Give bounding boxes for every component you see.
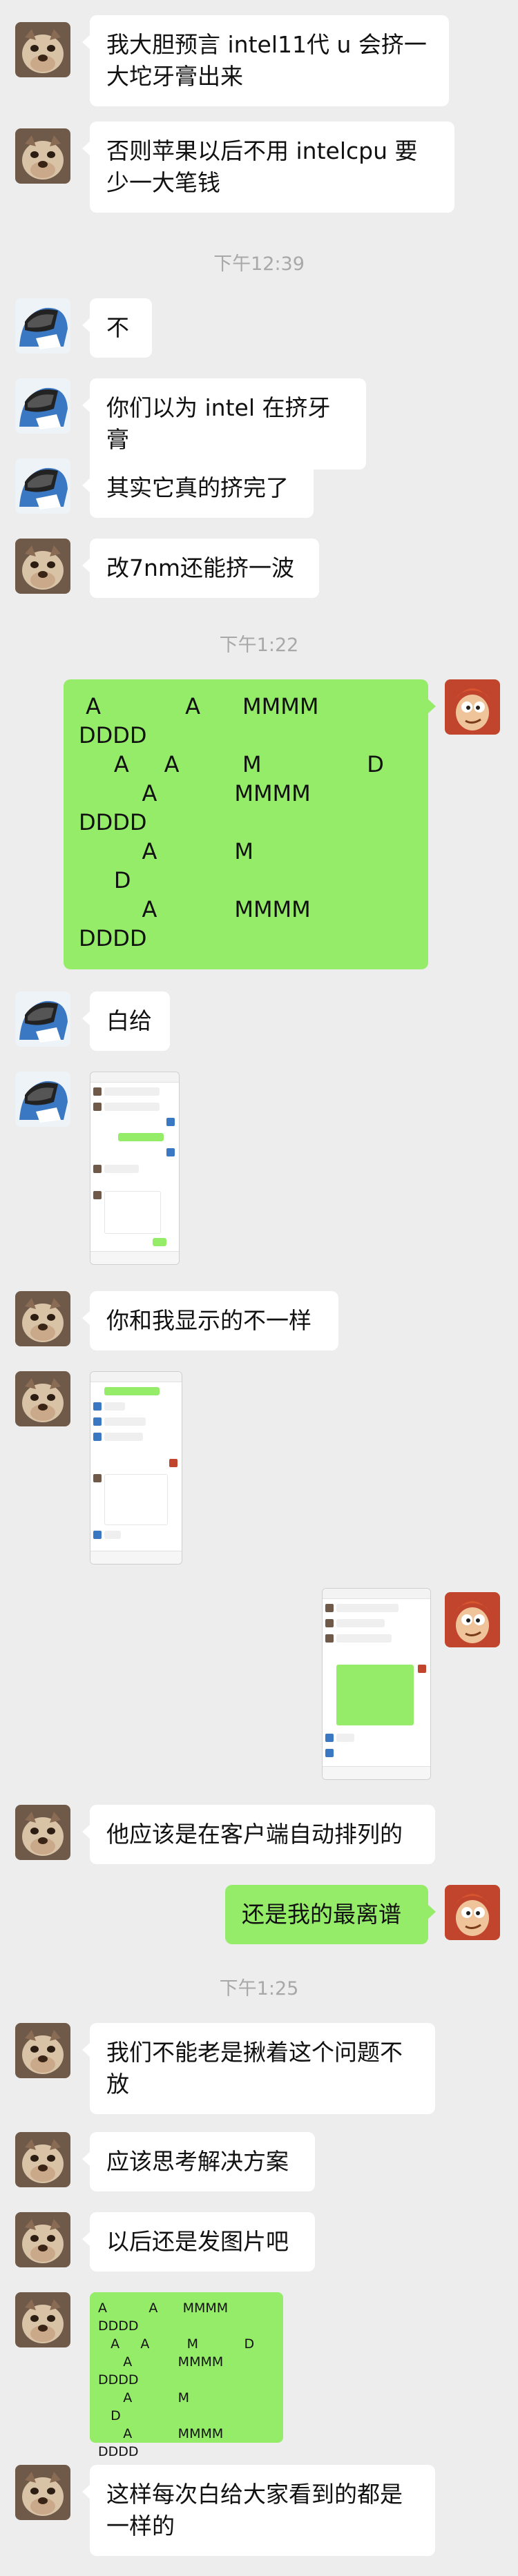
bulldog-avatar-icon [15,2132,70,2187]
sender-avatar[interactable] [15,2465,70,2520]
sender-avatar[interactable] [15,458,70,514]
cartoon-avatar-icon [445,1592,500,1647]
bulldog-avatar-icon [15,1805,70,1860]
message-bubble[interactable]: 我们不能老是揪着这个问题不放 [82,2023,435,2114]
helmet-avatar-icon [15,458,70,514]
message-bubble[interactable]: 他应该是在客户端自动排列的 [82,1805,435,1864]
sender-avatar[interactable] [15,378,70,434]
message-bubble[interactable]: 改7nm还能挤一波 [82,539,319,598]
sender-avatar[interactable] [15,991,70,1047]
bulldog-avatar-icon [15,1371,70,1426]
timestamp: 下午1:25 [219,1978,299,1999]
helmet-avatar-icon [15,991,70,1047]
message-bubble[interactable]: 我大胆预言 intel11代 u 会挤一大坨牙膏出来 [82,15,449,106]
sender-avatar[interactable] [15,128,70,184]
bulldog-avatar-icon [15,22,70,77]
sender-avatar[interactable] [15,1371,70,1426]
bulldog-avatar-icon [15,2465,70,2520]
message-bubble[interactable]: 其实它真的挤完了 [82,458,314,518]
helmet-avatar-icon [15,1072,70,1127]
sender-avatar[interactable] [15,2023,70,2078]
bulldog-avatar-icon [15,1291,70,1346]
message-bubble[interactable]: 你和我显示的不一样 [82,1291,338,1350]
cartoon-avatar-icon [445,679,500,735]
sender-avatar[interactable] [15,1072,70,1127]
bulldog-avatar-icon [15,2212,70,2267]
chat-area: 我大胆预言 intel11代 u 会挤一大坨牙膏出来 否则苹果以后不用 inte… [0,0,518,2576]
cartoon-avatar-icon [445,1885,500,1940]
bulldog-avatar-icon [15,128,70,184]
self-avatar[interactable] [445,1592,500,1647]
message-bubble[interactable]: 不 [82,298,152,358]
sender-avatar[interactable] [15,539,70,594]
message-bubble[interactable]: 应该思考解决方案 [82,2132,315,2191]
timestamp: 下午12:39 [213,253,305,275]
image-message[interactable] [90,1371,182,1565]
sender-avatar[interactable] [15,2132,70,2187]
bulldog-avatar-icon [15,2292,70,2347]
bulldog-avatar-icon [15,539,70,594]
message-bubble[interactable]: 这样每次白给大家看到的都是一样的 [82,2465,435,2556]
self-avatar[interactable] [445,1885,500,1940]
helmet-avatar-icon [15,378,70,434]
helmet-avatar-icon [15,298,70,354]
self-avatar[interactable] [445,679,500,735]
message-bubble[interactable]: 白给 [82,991,170,1051]
message-bubble[interactable]: 以后还是发图片吧 [82,2212,315,2272]
message-bubble[interactable]: 你们以为 intel 在挤牙膏 [82,378,366,469]
sender-avatar[interactable] [15,22,70,77]
message-bubble-self[interactable]: A A MMMM DDDD A A M D A MMMM DDDD A M D … [64,679,436,969]
sender-avatar[interactable] [15,1805,70,1860]
image-message[interactable]: A A MMMM DDDD A A M D A MMMM DDDD A M D … [90,2292,283,2459]
image-message-self[interactable] [322,1588,431,1780]
message-bubble[interactable]: 否则苹果以后不用 intelcpu 要少一大笔钱 [82,122,454,213]
bulldog-avatar-icon [15,2023,70,2078]
sender-avatar[interactable] [15,2212,70,2267]
sender-avatar[interactable] [15,298,70,354]
sender-avatar[interactable] [15,2292,70,2347]
sender-avatar[interactable] [15,1291,70,1346]
message-bubble-self[interactable]: 还是我的最离谱 [225,1885,436,1944]
timestamp: 下午1:22 [219,635,299,656]
image-message[interactable] [90,1072,180,1265]
